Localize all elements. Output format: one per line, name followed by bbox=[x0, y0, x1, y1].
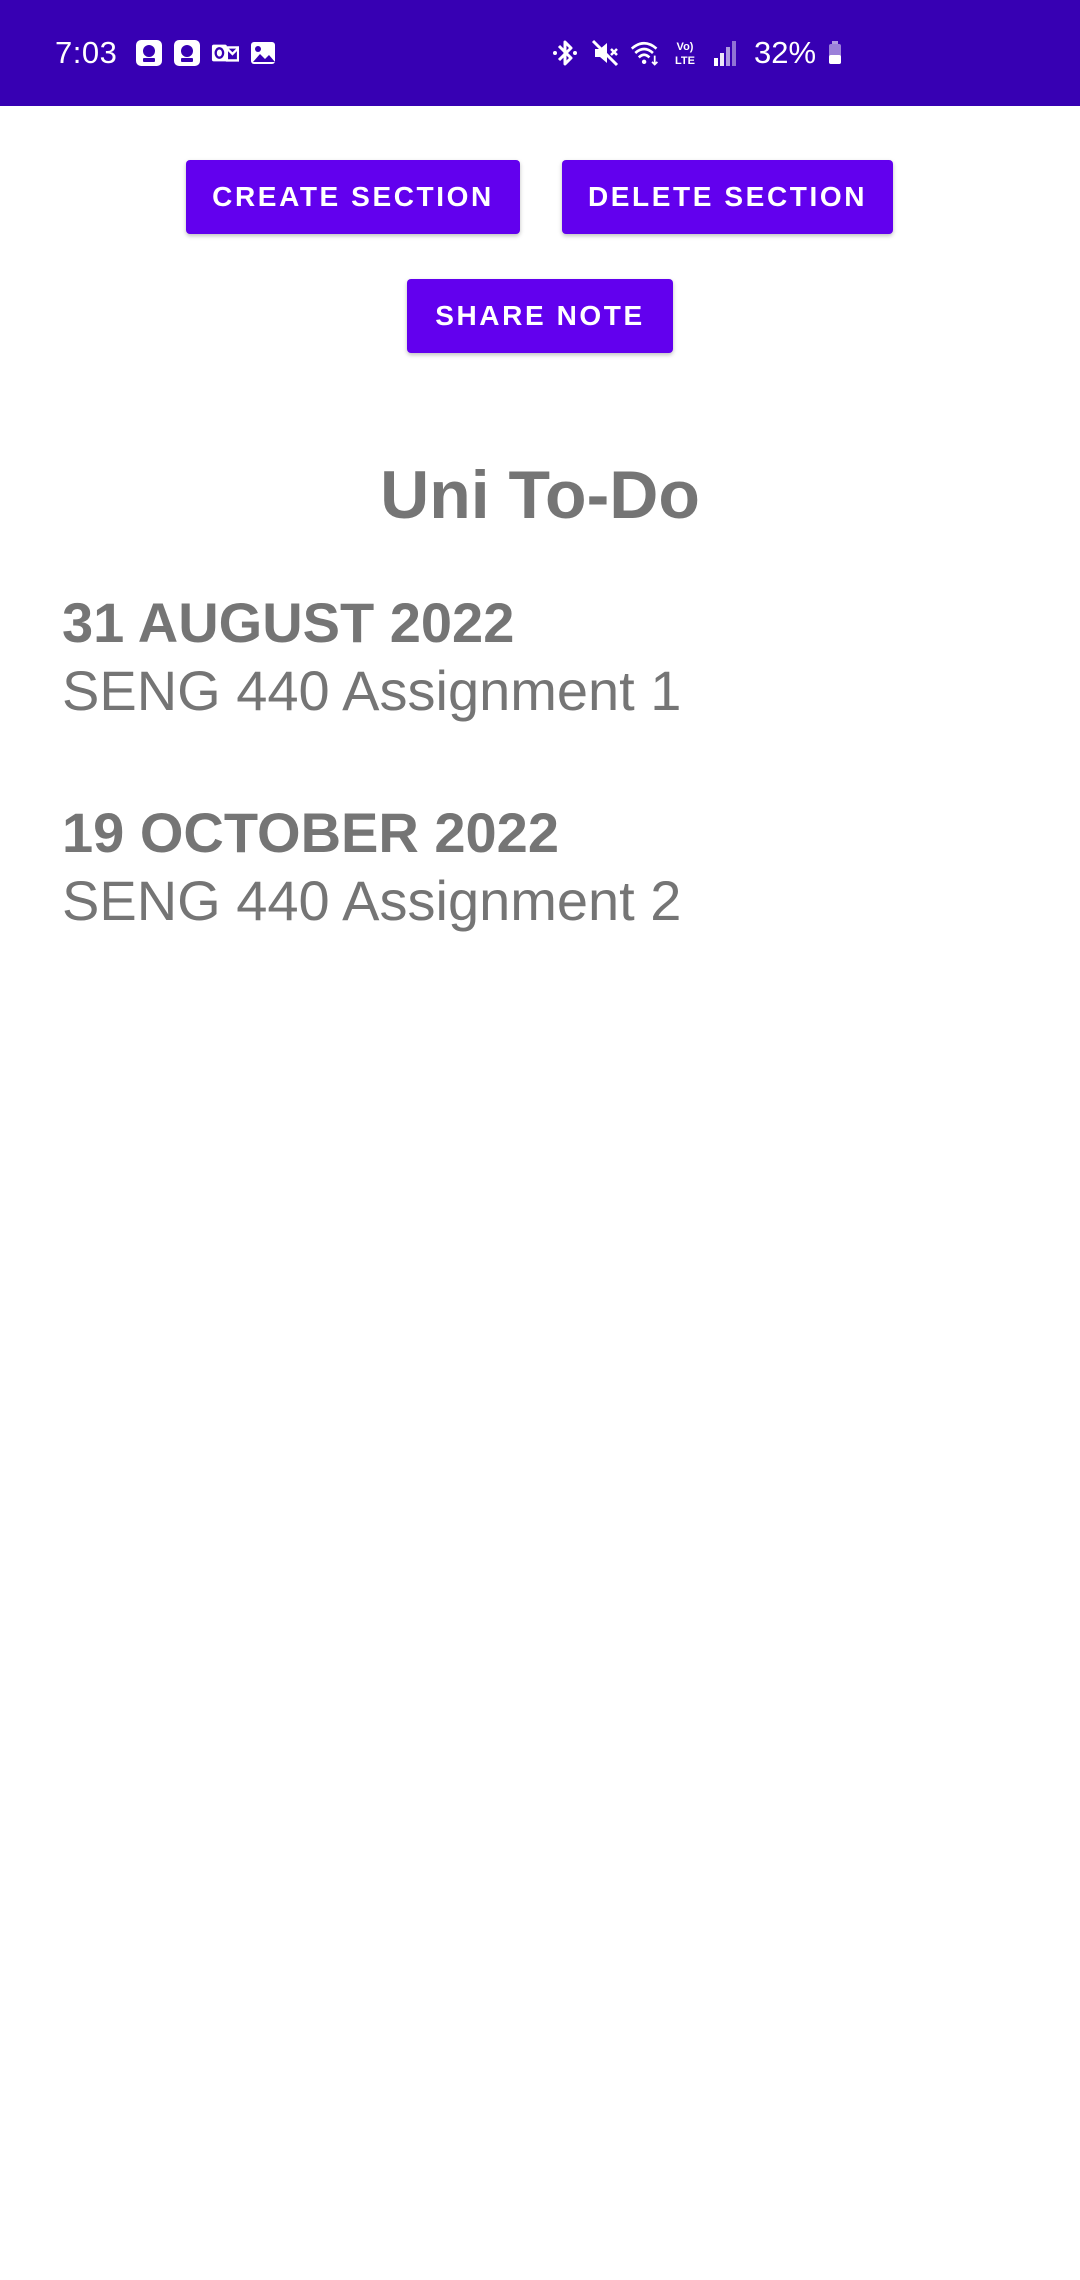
entry-date: 31 AUGUST 2022 bbox=[62, 591, 515, 654]
volte-icon: Vo) LTE bbox=[670, 38, 700, 68]
bluetooth-icon bbox=[550, 38, 580, 68]
status-right-group: Vo) LTE 32% bbox=[550, 0, 842, 106]
battery-icon bbox=[828, 41, 842, 65]
entry-date: 19 OCTOBER 2022 bbox=[62, 801, 559, 864]
create-section-button[interactable]: CREATE SECTION bbox=[186, 160, 520, 234]
outlook-icon bbox=[211, 39, 240, 67]
entry-text: SENG 440 Assignment 2 bbox=[62, 869, 682, 932]
svg-text:LTE: LTE bbox=[675, 55, 695, 67]
wifi-icon bbox=[630, 38, 660, 68]
gallery-icon bbox=[249, 39, 277, 67]
note-entry[interactable]: 31 AUGUST 2022 SENG 440 Assignment 1 bbox=[62, 590, 1022, 726]
share-note-button[interactable]: SHARE NOTE bbox=[407, 279, 673, 353]
status-time: 7:03 bbox=[55, 35, 118, 70]
app-notification-icon bbox=[173, 39, 201, 67]
entry-text: SENG 440 Assignment 1 bbox=[62, 659, 682, 722]
battery-percent: 32% bbox=[754, 35, 817, 70]
status-left-group: 7:03 bbox=[55, 0, 277, 106]
svg-text:Vo): Vo) bbox=[677, 41, 694, 53]
mute-icon bbox=[590, 38, 620, 68]
delete-section-button[interactable]: DELETE SECTION bbox=[562, 160, 893, 234]
status-bar: 7:03 Vo) LTE 32% bbox=[0, 0, 1080, 106]
note-entry[interactable]: 19 OCTOBER 2022 SENG 440 Assignment 2 bbox=[62, 800, 1022, 936]
signal-icon bbox=[710, 38, 740, 68]
note-title: Uni To-Do bbox=[380, 457, 700, 533]
app-notification-icon bbox=[135, 39, 163, 67]
